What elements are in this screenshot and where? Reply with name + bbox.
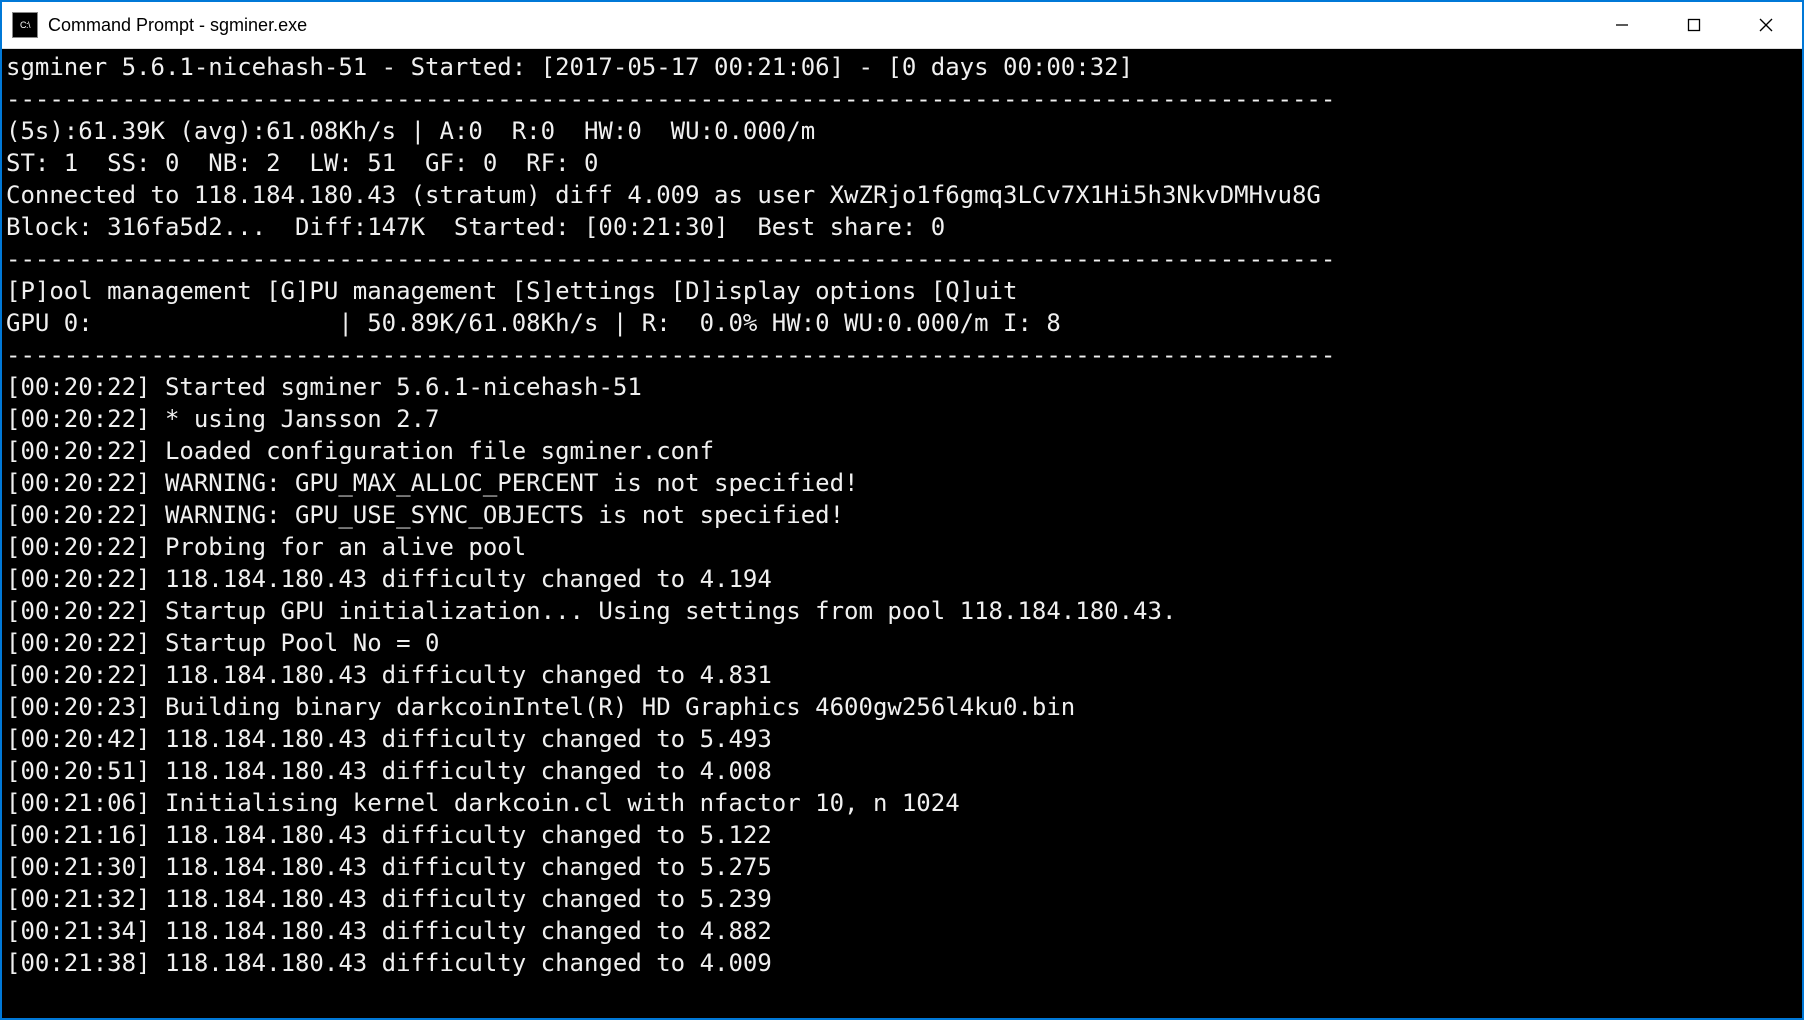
log-line: [00:21:30] 118.184.180.43 difficulty cha… [6, 853, 772, 881]
minimize-button[interactable] [1586, 2, 1658, 48]
log-line: [00:20:22] Started sgminer 5.6.1-nicehas… [6, 373, 642, 401]
log-line: [00:20:42] 118.184.180.43 difficulty cha… [6, 725, 772, 753]
log-line: [00:20:22] 118.184.180.43 difficulty cha… [6, 565, 772, 593]
log-line: [00:21:38] 118.184.180.43 difficulty cha… [6, 949, 772, 977]
log-line: [00:20:22] WARNING: GPU_MAX_ALLOC_PERCEN… [6, 469, 859, 497]
minimize-icon [1615, 18, 1629, 32]
log-line: [00:20:51] 118.184.180.43 difficulty cha… [6, 757, 772, 785]
titlebar-left: C:\ Command Prompt - sgminer.exe [2, 12, 307, 38]
log-line: [00:21:16] 118.184.180.43 difficulty cha… [6, 821, 772, 849]
divider: ----------------------------------------… [6, 341, 1335, 369]
log-line: [00:20:23] Building binary darkcoinIntel… [6, 693, 1075, 721]
stats-line: (5s):61.39K (avg):61.08Kh/s | A:0 R:0 HW… [6, 117, 815, 145]
terminal-output[interactable]: sgminer 5.6.1-nicehash-51 - Started: [20… [2, 49, 1802, 1018]
header-line: sgminer 5.6.1-nicehash-51 - Started: [20… [6, 53, 1133, 81]
log-line: [00:20:22] Startup GPU initialization...… [6, 597, 1176, 625]
log-line: [00:20:22] Startup Pool No = 0 [6, 629, 439, 657]
cmd-icon: C:\ [12, 12, 38, 38]
divider: ----------------------------------------… [6, 85, 1335, 113]
log-line: [00:21:34] 118.184.180.43 difficulty cha… [6, 917, 772, 945]
log-line: [00:20:22] WARNING: GPU_USE_SYNC_OBJECTS… [6, 501, 844, 529]
maximize-button[interactable] [1658, 2, 1730, 48]
menu-line: [P]ool management [G]PU management [S]et… [6, 277, 1017, 305]
log-line: [00:20:22] Probing for an alive pool [6, 533, 526, 561]
block-line: Block: 316fa5d2... Diff:147K Started: [0… [6, 213, 945, 241]
titlebar[interactable]: C:\ Command Prompt - sgminer.exe [2, 2, 1802, 49]
log-line: [00:20:22] * using Jansson 2.7 [6, 405, 439, 433]
close-icon [1758, 17, 1774, 33]
log-line: [00:21:32] 118.184.180.43 difficulty cha… [6, 885, 772, 913]
maximize-icon [1687, 18, 1701, 32]
window-controls [1586, 2, 1802, 48]
divider: ----------------------------------------… [6, 245, 1335, 273]
log-line: [00:20:22] 118.184.180.43 difficulty cha… [6, 661, 772, 689]
gpu-line: GPU 0: | 50.89K/61.08Kh/s | R: 0.0% HW:0… [6, 309, 1061, 337]
st-line: ST: 1 SS: 0 NB: 2 LW: 51 GF: 0 RF: 0 [6, 149, 598, 177]
window-title: Command Prompt - sgminer.exe [48, 15, 307, 36]
connected-line: Connected to 118.184.180.43 (stratum) di… [6, 181, 1321, 209]
close-button[interactable] [1730, 2, 1802, 48]
app-window: C:\ Command Prompt - sgminer.exe sgminer… [0, 0, 1804, 1020]
log-line: [00:20:22] Loaded configuration file sgm… [6, 437, 714, 465]
log-line: [00:21:06] Initialising kernel darkcoin.… [6, 789, 960, 817]
